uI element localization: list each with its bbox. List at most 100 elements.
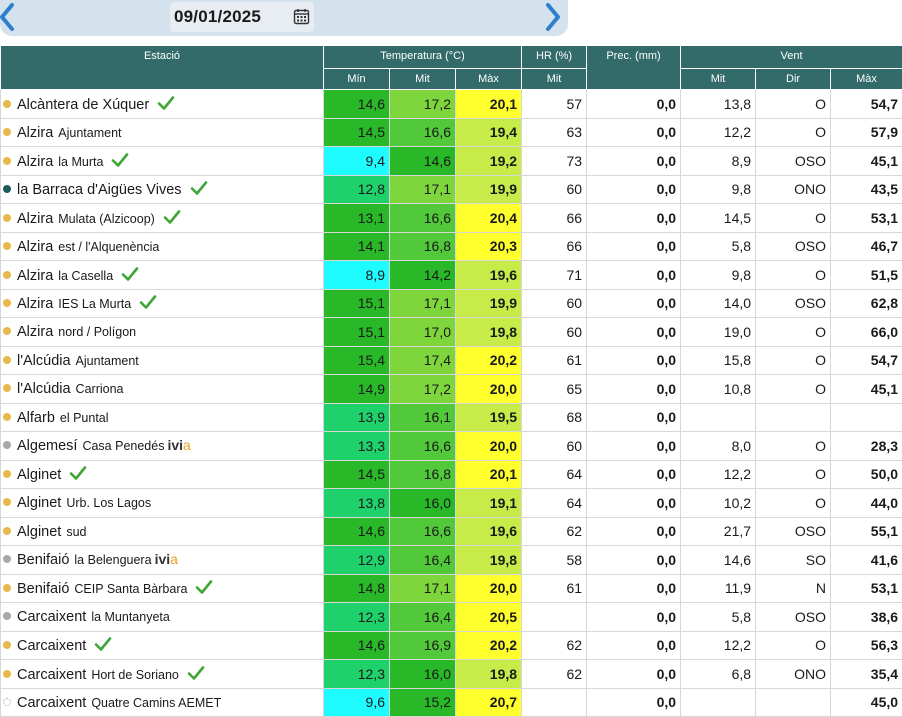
- temp-max-cell: 19,8: [456, 546, 522, 575]
- station-cell[interactable]: AlziraMulata (Alzicoop): [1, 204, 324, 233]
- station-location[interactable]: Benifaió: [17, 581, 69, 597]
- station-cell[interactable]: la Barraca d'Aigües Vives: [1, 175, 324, 204]
- table-row[interactable]: Alzirala Casella8,914,219,6710,09,8O51,5: [1, 261, 902, 290]
- status-dot: [3, 698, 11, 706]
- station-location[interactable]: Carcaixent: [17, 638, 86, 654]
- station-cell[interactable]: Alzirala Casella: [1, 261, 324, 290]
- table-row[interactable]: AlziraAjuntament14,516,619,4630,012,2O57…: [1, 118, 902, 147]
- temp-min-cell: 14,5: [324, 118, 390, 147]
- temp-max-cell: 19,9: [456, 175, 522, 204]
- station-cell[interactable]: AlziraIES La Murta: [1, 289, 324, 318]
- wind-dir-cell: N: [756, 574, 831, 603]
- station-location[interactable]: Carcaixent: [17, 609, 86, 625]
- table-row[interactable]: Alziraest / l'Alquenència14,116,820,3660…: [1, 232, 902, 261]
- station-cell[interactable]: Alginetsud: [1, 517, 324, 546]
- station-cell[interactable]: Alziranord / Polígon: [1, 318, 324, 347]
- status-dot: [3, 413, 11, 421]
- temp-mit-cell: 17,0: [390, 318, 456, 347]
- chevron-right-icon[interactable]: [540, 0, 566, 34]
- table-row[interactable]: la Barraca d'Aigües Vives12,817,119,9600…: [1, 175, 902, 204]
- wind-mit-cell: 12,2: [681, 460, 756, 489]
- station-location[interactable]: Algemesí: [17, 438, 77, 454]
- station-cell[interactable]: l'AlcúdiaAjuntament: [1, 346, 324, 375]
- temp-min-cell: 9,6: [324, 688, 390, 717]
- table-row[interactable]: l'AlcúdiaCarriona14,917,220,0650,010,8O4…: [1, 375, 902, 404]
- station-location[interactable]: Alzira: [17, 154, 53, 170]
- station-cell[interactable]: Alcàntera de Xúquer: [1, 90, 324, 119]
- status-dot: [3, 299, 11, 307]
- station-location[interactable]: l'Alcúdia: [17, 381, 71, 397]
- station-location[interactable]: Alzira: [17, 324, 53, 340]
- station-location[interactable]: Carcaixent: [17, 667, 86, 683]
- station-cell[interactable]: Carcaixentla Muntanyeta: [1, 603, 324, 632]
- table-row[interactable]: CarcaixentHort de Soriano12,316,019,8620…: [1, 660, 902, 689]
- ivia-logo: ivia: [167, 437, 190, 453]
- station-cell[interactable]: CarcaixentQuatre Camins AEMET: [1, 688, 324, 717]
- status-dot: [3, 128, 11, 136]
- date-field[interactable]: 09/01/2025: [170, 2, 314, 32]
- table-row[interactable]: Benifaióla Belengueraivia12,916,419,8580…: [1, 546, 902, 575]
- station-location[interactable]: Alzira: [17, 239, 53, 255]
- station-location[interactable]: Alcàntera de Xúquer: [17, 97, 149, 113]
- station-cell[interactable]: l'AlcúdiaCarriona: [1, 375, 324, 404]
- table-row[interactable]: Alginet14,516,820,1640,012,2O50,0: [1, 460, 902, 489]
- calendar-icon[interactable]: [293, 8, 310, 25]
- table-row[interactable]: l'AlcúdiaAjuntament15,417,420,2610,015,8…: [1, 346, 902, 375]
- header-wind-dir: Dir: [756, 69, 831, 90]
- table-row[interactable]: Carcaixent14,616,920,2620,012,2O56,3: [1, 631, 902, 660]
- wind-dir-cell: [756, 403, 831, 432]
- table-row[interactable]: Alfarbel Puntal13,916,119,5680,0: [1, 403, 902, 432]
- wind-mit-cell: 21,7: [681, 517, 756, 546]
- table-row[interactable]: Carcaixentla Muntanyeta12,316,420,50,05,…: [1, 603, 902, 632]
- station-cell[interactable]: Alginet: [1, 460, 324, 489]
- station-cell[interactable]: AlgemesíCasa Penedésivia: [1, 432, 324, 461]
- wind-mit-cell: 11,9: [681, 574, 756, 603]
- station-location[interactable]: Alzira: [17, 211, 53, 227]
- wind-mit-cell: 10,2: [681, 489, 756, 518]
- table-row[interactable]: BenifaióCEIP Santa Bàrbara14,817,120,061…: [1, 574, 902, 603]
- header-station[interactable]: Estació: [1, 46, 324, 90]
- table-row[interactable]: Alcàntera de Xúquer14,617,220,1570,013,8…: [1, 90, 902, 119]
- station-cell[interactable]: AlziraAjuntament: [1, 118, 324, 147]
- table-row[interactable]: AlgemesíCasa Penedésivia13,316,620,0600,…: [1, 432, 902, 461]
- table-row[interactable]: AlziraMulata (Alzicoop)13,116,620,4660,0…: [1, 204, 902, 233]
- station-location[interactable]: Alfarb: [17, 410, 55, 426]
- station-location[interactable]: Alzira: [17, 296, 53, 312]
- chevron-left-icon[interactable]: [0, 0, 20, 34]
- station-location[interactable]: Alzira: [17, 268, 53, 284]
- temp-min-cell: 13,1: [324, 204, 390, 233]
- temp-min-cell: 12,3: [324, 603, 390, 632]
- wind-dir-cell: SO: [756, 546, 831, 575]
- station-location[interactable]: Alginet: [17, 524, 61, 540]
- hr-cell: 62: [522, 660, 587, 689]
- station-location[interactable]: Benifaió: [17, 552, 69, 568]
- status-dot: [3, 670, 11, 678]
- station-cell[interactable]: Carcaixent: [1, 631, 324, 660]
- table-row[interactable]: AlziraIES La Murta15,117,119,9600,014,0O…: [1, 289, 902, 318]
- temp-mit-cell: 16,4: [390, 603, 456, 632]
- station-cell[interactable]: Alzirala Murta: [1, 147, 324, 176]
- table-row[interactable]: CarcaixentQuatre Camins AEMET9,615,220,7…: [1, 688, 902, 717]
- station-cell[interactable]: CarcaixentHort de Soriano: [1, 660, 324, 689]
- station-cell[interactable]: AlginetUrb. Los Lagos: [1, 489, 324, 518]
- station-location[interactable]: Alginet: [17, 467, 61, 483]
- station-location[interactable]: Carcaixent: [17, 695, 86, 711]
- checkmark-icon: [157, 95, 175, 111]
- table-row[interactable]: Alzirala Murta9,414,619,2730,08,9OSO45,1: [1, 147, 902, 176]
- station-location[interactable]: la Barraca d'Aigües Vives: [17, 182, 182, 198]
- station-location[interactable]: Alginet: [17, 495, 61, 511]
- temp-min-cell: 15,1: [324, 289, 390, 318]
- header-wind: Vent: [681, 46, 902, 69]
- table-row[interactable]: Alginetsud14,616,619,6620,021,7OSO55,1: [1, 517, 902, 546]
- station-cell[interactable]: Alziraest / l'Alquenència: [1, 232, 324, 261]
- wind-mit-cell: 15,8: [681, 346, 756, 375]
- station-location[interactable]: l'Alcúdia: [17, 353, 71, 369]
- table-row[interactable]: AlginetUrb. Los Lagos13,816,019,1640,010…: [1, 489, 902, 518]
- table-row[interactable]: Alziranord / Polígon15,117,019,8600,019,…: [1, 318, 902, 347]
- station-cell[interactable]: Alfarbel Puntal: [1, 403, 324, 432]
- checkmark-icon: [94, 636, 112, 652]
- station-location[interactable]: Alzira: [17, 125, 53, 141]
- station-cell[interactable]: Benifaióla Belengueraivia: [1, 546, 324, 575]
- station-cell[interactable]: BenifaióCEIP Santa Bàrbara: [1, 574, 324, 603]
- wind-mit-cell: 9,8: [681, 261, 756, 290]
